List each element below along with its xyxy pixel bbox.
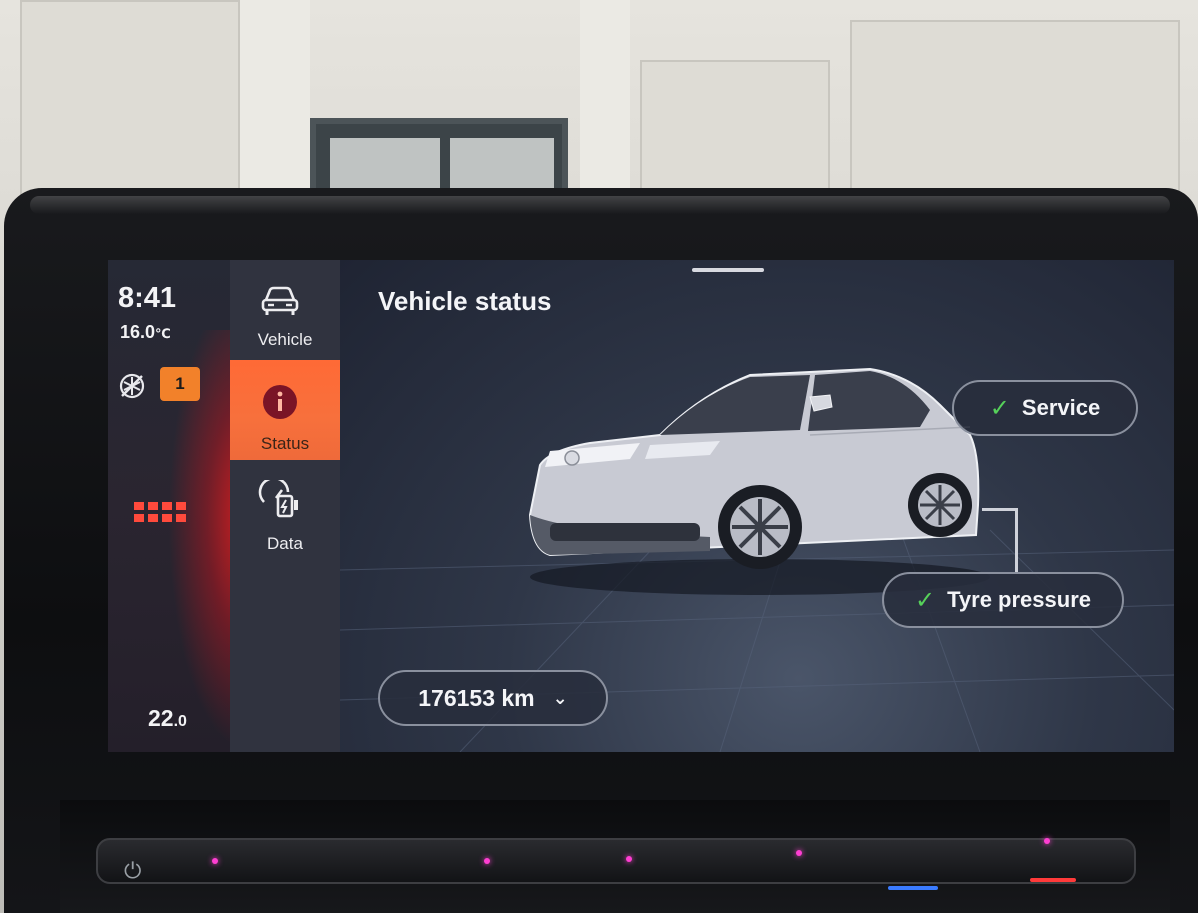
nav-label-status: Status <box>260 434 310 453</box>
cabin-temperature-whole: 22 <box>148 705 174 731</box>
nav-label-vehicle: Vehicle <box>257 330 313 349</box>
wall-panel <box>20 0 240 200</box>
power-icon[interactable]: ⏻ <box>124 858 141 884</box>
indicator-bar <box>888 886 938 890</box>
status-column: 8:41 16.0℃ 1 22.0 <box>108 260 278 752</box>
nav-item-status[interactable]: Status <box>230 360 340 460</box>
infotainment-screen: 8:41 16.0℃ 1 22.0 Vehicle Status Data Ve… <box>108 260 1174 752</box>
temperature-unit: ℃ <box>155 326 171 341</box>
wall-panel <box>850 20 1180 210</box>
outside-temperature: 16.0℃ <box>120 322 171 343</box>
trip-data-icon <box>258 480 298 518</box>
tyre-pressure-status-button[interactable]: ✓ Tyre pressure <box>882 572 1124 628</box>
info-icon <box>263 385 297 419</box>
service-label: Service <box>1021 395 1101 420</box>
indicator-light <box>796 850 802 856</box>
indicator-light <box>212 858 218 864</box>
service-status-button[interactable]: ✓ Service <box>952 380 1138 436</box>
odometer-value: 176153 km <box>418 684 535 711</box>
chevron-down-icon: ⌄ <box>552 687 568 708</box>
indicator-light <box>626 856 632 862</box>
nav-label-data: Data <box>267 534 303 553</box>
wall-pillar <box>240 0 310 210</box>
notification-badge[interactable]: 1 <box>160 367 200 401</box>
check-icon: ✓ <box>989 394 1010 422</box>
drag-handle[interactable] <box>692 268 764 272</box>
vehicle-illustration <box>528 367 990 595</box>
indicator-light <box>1044 838 1050 844</box>
touch-slider-bar[interactable] <box>96 838 1136 884</box>
seat-heating-icon[interactable] <box>132 500 188 526</box>
odometer-dropdown[interactable]: 176153 km ⌄ <box>378 670 608 726</box>
tyre-pressure-label: Tyre pressure <box>947 587 1091 612</box>
tyre-leader-line <box>982 508 1018 574</box>
indicator-light <box>484 858 490 864</box>
car-icon <box>261 286 299 315</box>
indicator-bar <box>1030 878 1076 882</box>
bezel-reflection <box>30 196 1170 214</box>
nav-item-data[interactable]: Data <box>230 470 340 570</box>
page-title: Vehicle status <box>378 286 552 316</box>
background-window <box>310 118 568 198</box>
vehicle-status-panel: Vehicle status ✓ Service ✓ Tyre pressure… <box>340 260 1174 752</box>
clock: 8:41 <box>118 282 177 314</box>
ac-off-icon[interactable] <box>118 372 146 400</box>
cabin-temperature[interactable]: 22.0 <box>148 705 187 732</box>
check-icon: ✓ <box>914 586 936 614</box>
outside-temperature-value: 16.0 <box>120 322 156 342</box>
cabin-temperature-decimal: .0 <box>173 713 187 730</box>
nav-item-vehicle[interactable]: Vehicle <box>230 260 340 360</box>
nav-rail: Vehicle Status Data <box>230 260 340 752</box>
wall-pillar <box>580 0 630 210</box>
